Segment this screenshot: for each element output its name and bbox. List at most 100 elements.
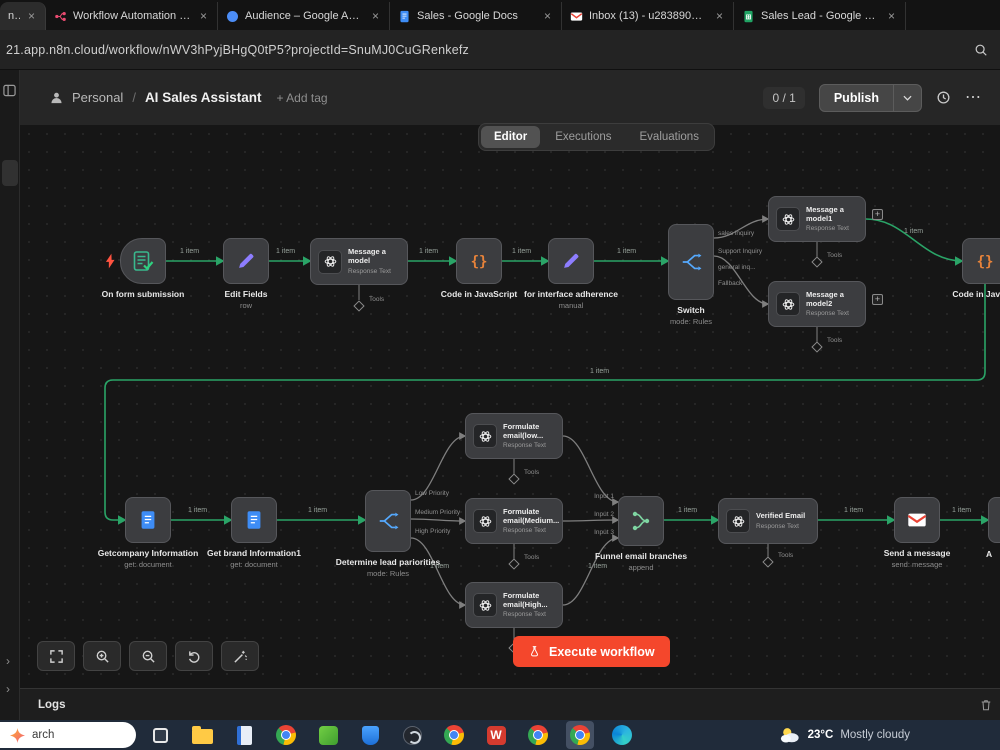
add-tag-button[interactable]: + Add tag <box>277 91 328 105</box>
obs-icon <box>403 726 422 745</box>
file-explorer-button[interactable] <box>188 721 216 749</box>
node-formulate-email-high[interactable]: Formulate email(High...Response Text <box>465 582 563 628</box>
node-funnel-email-branches[interactable] <box>618 496 664 546</box>
defender-button[interactable] <box>356 721 384 749</box>
browser-tab-workflow-automation[interactable]: Workflow Automation - n8... × <box>46 2 218 30</box>
tab-close-icon[interactable]: × <box>26 9 37 23</box>
node-edit-fields[interactable] <box>223 238 269 284</box>
node-code-in-javascript1[interactable]: {} <box>962 238 1000 284</box>
breadcrumb-project[interactable]: Personal <box>72 90 123 105</box>
pencil-icon <box>560 250 582 272</box>
weather-icon <box>779 725 801 745</box>
item-count-label: 1 item <box>617 248 636 255</box>
obs-button[interactable] <box>398 721 426 749</box>
more-options-button[interactable]: ⋯ <box>965 90 982 106</box>
chrome-active-button[interactable] <box>566 721 594 749</box>
browser-url-bar[interactable]: 21.app.n8n.cloud/workflow/nWV3hPyjBHgQ0t… <box>0 30 1000 70</box>
task-view-button[interactable] <box>146 721 174 749</box>
tab-editor[interactable]: Editor <box>481 126 540 148</box>
add-node-button[interactable]: + <box>872 294 883 305</box>
add-node-button[interactable]: + <box>872 209 883 220</box>
port-label: general inq... <box>718 265 756 272</box>
port-label: Input 2 <box>594 512 614 519</box>
wordpad-button[interactable] <box>482 721 510 749</box>
minecraft-button[interactable] <box>314 721 342 749</box>
browser-tab-google-sheets[interactable]: Sales Lead - Google Sheet... × <box>734 2 906 30</box>
google-sheets-favicon-icon <box>742 10 755 23</box>
workflow-title[interactable]: AI Sales Assistant <box>145 90 262 105</box>
browser-tab-google-docs[interactable]: Sales - Google Docs × <box>390 2 562 30</box>
tab-title: Audience – Google Auth P... <box>245 10 364 22</box>
tab-close-icon[interactable]: × <box>370 9 381 23</box>
sidebar-toggle-icon[interactable] <box>3 84 16 102</box>
publish-button-group[interactable]: Publish <box>819 84 922 112</box>
tab-evaluations[interactable]: Evaluations <box>627 126 712 148</box>
connection-line <box>563 538 618 605</box>
browser-tab-audience[interactable]: Audience – Google Auth P... × <box>218 2 390 30</box>
node-formulate-email-medium[interactable]: Formulate email(Medium...Response Text <box>465 498 563 544</box>
tab-executions[interactable]: Executions <box>542 126 624 148</box>
openai-icon <box>318 250 342 274</box>
openai-icon <box>776 292 800 316</box>
tab-close-icon[interactable]: × <box>198 9 209 23</box>
undo-button[interactable] <box>175 641 213 671</box>
node-title: Message a model2Response Text <box>806 291 858 317</box>
tab-close-icon[interactable]: × <box>886 9 897 23</box>
task-view-icon <box>153 728 168 743</box>
node-switch[interactable] <box>668 224 714 300</box>
node-message-a-model[interactable]: Message a modelResponse Text <box>310 238 408 285</box>
port-label: Fallback <box>718 281 742 288</box>
publish-button[interactable]: Publish <box>820 85 893 111</box>
openai-icon <box>473 593 497 617</box>
tab-title: Sales - Google Docs <box>417 10 536 22</box>
chrome-icon <box>444 725 464 745</box>
node-get-company-information[interactable] <box>125 497 171 543</box>
n8n-app: › › Personal / AI Sales Assistant + Add … <box>0 70 1000 720</box>
item-count-label: 1 item <box>678 507 697 514</box>
chrome-button[interactable] <box>272 721 300 749</box>
port-label: A <box>986 550 992 559</box>
node-formulate-email-low[interactable]: Formulate email(low...Response Text <box>465 413 563 459</box>
node-verified-email[interactable]: Verified EmailResponse Text <box>718 498 818 544</box>
fit-view-button[interactable] <box>37 641 75 671</box>
zoom-in-button[interactable] <box>83 641 121 671</box>
publish-dropdown-button[interactable] <box>894 85 921 111</box>
chrome-profile-3-button[interactable] <box>524 721 552 749</box>
workflow-canvas[interactable]: Execute workflow On form submissionEdit … <box>20 125 1000 688</box>
flask-icon <box>528 644 541 659</box>
connection-line <box>411 538 465 605</box>
node-send-a-message[interactable] <box>894 497 940 543</box>
browser-tab-n8n[interactable]: n8n × <box>0 2 46 30</box>
zoom-icon[interactable] <box>974 43 988 57</box>
node-determine-lead-priorities[interactable] <box>365 490 411 552</box>
zoom-out-button[interactable] <box>129 641 167 671</box>
node-on-form-submission[interactable] <box>120 238 166 284</box>
workflow-history-button[interactable] <box>936 90 951 105</box>
tab-close-icon[interactable]: × <box>714 9 725 23</box>
node-clipped-node[interactable]: {} <box>988 497 1000 543</box>
trash-icon[interactable] <box>980 699 992 711</box>
node-message-a-model1[interactable]: Message a model1Response Text <box>768 196 866 242</box>
execute-workflow-button[interactable]: Execute workflow <box>513 636 670 667</box>
item-count-label: 1 item <box>904 228 923 235</box>
node-message-a-model2[interactable]: Message a model2Response Text <box>768 281 866 327</box>
taskbar-search[interactable]: arch <box>0 722 136 748</box>
browser-tab-gmail-inbox[interactable]: Inbox (13) - u28389012@g... × <box>562 2 734 30</box>
port-label: Low Priority <box>415 491 449 498</box>
chevron-right-icon[interactable]: › <box>6 655 10 667</box>
tab-close-icon[interactable]: × <box>542 9 553 23</box>
tidy-up-button[interactable] <box>221 641 259 671</box>
chrome-profile-2-button[interactable] <box>440 721 468 749</box>
windows-taskbar: arch 23°C Mostly cloudy <box>0 720 1000 750</box>
node-code-in-javascript[interactable]: {} <box>456 238 502 284</box>
chevron-right-icon[interactable]: › <box>6 683 10 695</box>
taskbar-weather[interactable]: 23°C Mostly cloudy <box>779 725 910 745</box>
node-for-interface-adherence[interactable] <box>548 238 594 284</box>
sidebar-collapsed-item[interactable] <box>2 160 18 186</box>
logs-panel-header[interactable]: Logs <box>20 688 1000 720</box>
left-sidebar-rail[interactable]: › › <box>0 70 20 720</box>
node-get-brand-information1[interactable] <box>231 497 277 543</box>
edge-button[interactable] <box>608 721 636 749</box>
document-app-button[interactable] <box>230 721 258 749</box>
url-text[interactable]: 21.app.n8n.cloud/workflow/nWV3hPyjBHgQ0t… <box>6 43 974 57</box>
